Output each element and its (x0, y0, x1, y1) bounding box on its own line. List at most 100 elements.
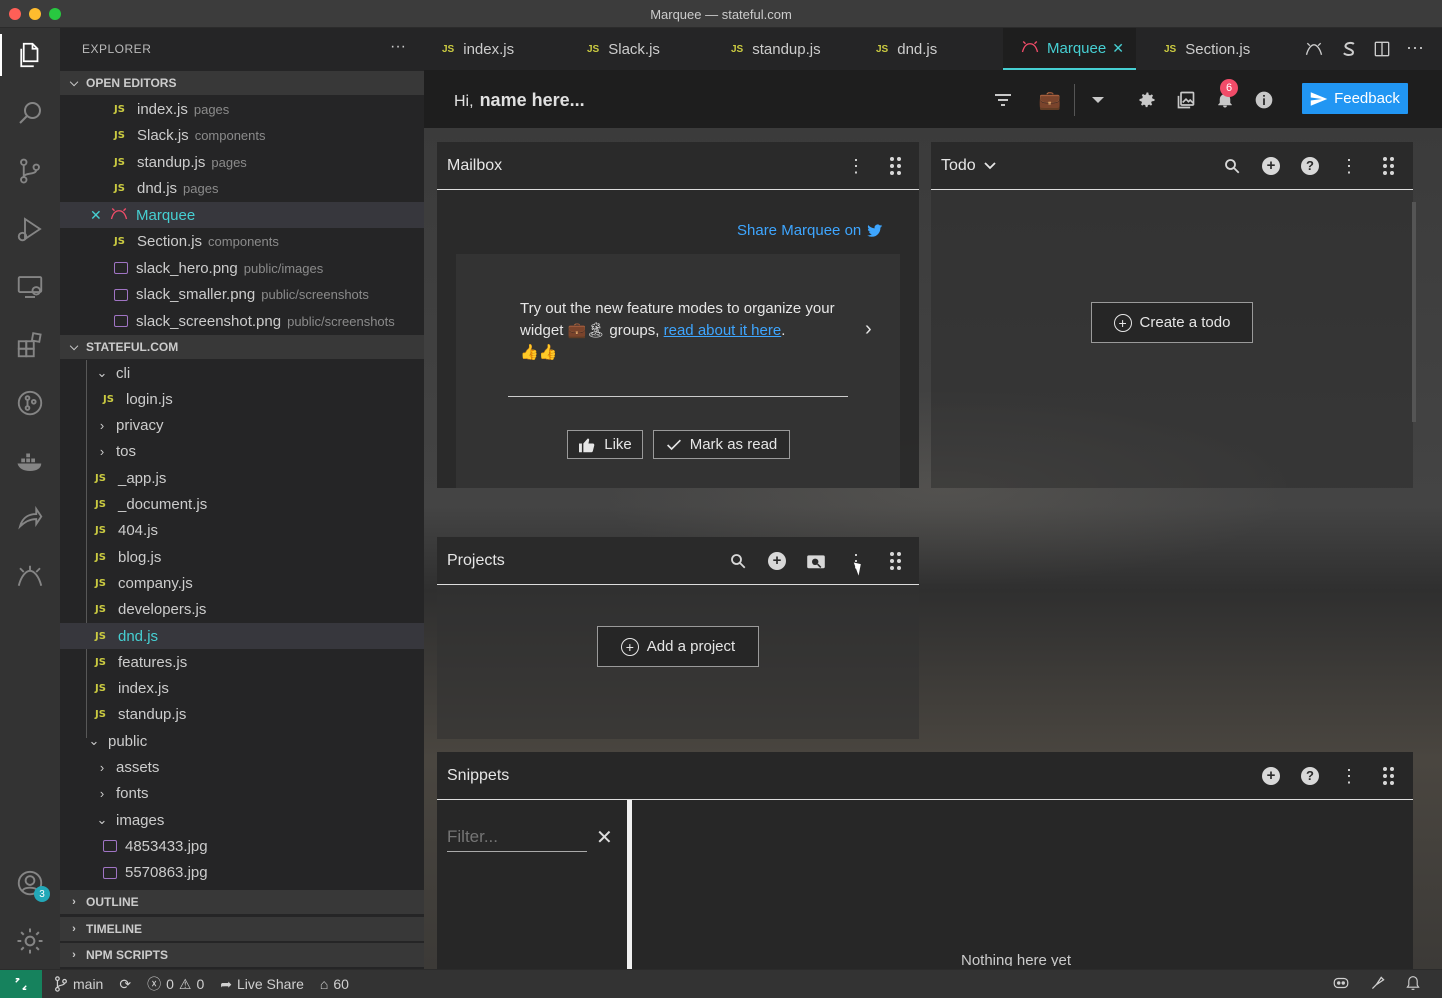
tree-file[interactable]: 4853433.jpg (60, 833, 424, 859)
extensions-icon[interactable] (0, 320, 60, 370)
settings-icon[interactable] (1137, 90, 1157, 110)
editor-tab[interactable]: JS index.js (424, 28, 569, 70)
copilot-icon[interactable] (1332, 975, 1350, 994)
open-editors-header[interactable]: ⌵ OPEN EDITORS (60, 71, 424, 95)
tree-file[interactable]: JS features.js (60, 649, 424, 675)
marquee-icon[interactable] (0, 552, 60, 602)
todo-dropdown-icon[interactable] (984, 161, 996, 170)
projects-add-icon[interactable]: + (767, 551, 787, 571)
close-editor-icon[interactable]: ✕ (90, 207, 104, 224)
tree-folder[interactable]: › privacy (60, 413, 424, 439)
open-editor-item[interactable]: JS Section.js components (60, 229, 424, 255)
clear-filter-icon[interactable]: ✕ (596, 825, 613, 850)
tree-file[interactable]: JS dnd.js (60, 623, 424, 649)
next-message-chevron-icon[interactable]: › (865, 318, 872, 341)
open-editor-item[interactable]: JS dnd.js pages (60, 176, 424, 202)
branch-indicator[interactable]: main (54, 976, 103, 992)
tree-folder[interactable]: ⌄ images (60, 807, 424, 833)
source-control-icon[interactable] (0, 146, 60, 196)
tree-file[interactable]: JS 404.js (60, 518, 424, 544)
snippets-drag-icon[interactable] (1378, 766, 1398, 786)
mode-dropdown-icon[interactable] (1088, 90, 1108, 110)
editor-tab[interactable]: JS Section.js (1146, 28, 1296, 70)
tree-folder[interactable]: › assets (60, 755, 424, 781)
open-editor-item[interactable]: slack_hero.png public/images (60, 255, 424, 281)
account-icon[interactable]: 3 (0, 858, 60, 908)
tree-file[interactable]: JS _app.js (60, 465, 424, 491)
tree-folder[interactable]: › fonts (60, 781, 424, 807)
timeline-header[interactable]: › TIMELINE (60, 917, 424, 941)
tree-file[interactable]: JS developers.js (60, 597, 424, 623)
count-indicator[interactable]: ⌂ 60 (320, 976, 349, 992)
tree-file[interactable]: JS login.js (60, 386, 424, 412)
like-button[interactable]: Like (567, 430, 643, 459)
bell-icon[interactable] (1406, 975, 1420, 994)
tree-folder[interactable]: › tos (60, 439, 424, 465)
sync-icon[interactable]: ⟳ (119, 976, 131, 993)
tree-file[interactable]: JS blog.js (60, 544, 424, 570)
more-actions-icon[interactable]: ··· (1406, 38, 1424, 64)
todo-scrollbar[interactable] (1412, 202, 1416, 422)
todo-drag-icon[interactable] (1378, 156, 1398, 176)
gallery-icon[interactable] (1176, 90, 1196, 110)
settings-gear-icon[interactable] (0, 916, 60, 966)
snippets-filter-input[interactable] (447, 822, 587, 852)
editor-tab[interactable]: JS dnd.js (858, 28, 1003, 70)
read-about-link[interactable]: read about it here (664, 322, 782, 339)
project-header[interactable]: ⌵ STATEFUL.COM (60, 335, 424, 359)
tree-file[interactable]: JS company.js (60, 570, 424, 596)
close-tab-icon[interactable]: ✕ (1112, 40, 1124, 57)
info-icon[interactable] (1254, 90, 1274, 110)
open-editor-item[interactable]: slack_screenshot.png public/screenshots (60, 308, 424, 334)
problems-indicator[interactable]: ⓧ 0 ⚠ 0 (147, 974, 204, 994)
open-editor-item[interactable]: ✕ Marquee (60, 202, 424, 228)
tree-file[interactable]: JS standup.js (60, 702, 424, 728)
snippets-add-icon[interactable]: + (1261, 766, 1281, 786)
open-editor-item[interactable]: JS index.js pages (60, 96, 424, 122)
remote-explorer-icon[interactable] (0, 262, 60, 312)
todo-search-icon[interactable] (1222, 156, 1242, 176)
outline-header[interactable]: › OUTLINE (60, 890, 424, 914)
npm-scripts-header[interactable]: › NPM SCRIPTS (60, 943, 424, 967)
briefcase-icon[interactable]: 💼 (1039, 90, 1061, 110)
tree-folder[interactable]: ⌄ cli (60, 360, 424, 386)
search-icon[interactable] (0, 88, 60, 138)
filter-icon[interactable] (993, 90, 1013, 110)
explorer-icon[interactable] (0, 30, 60, 80)
mailbox-drag-icon[interactable] (885, 156, 905, 176)
split-editor-icon[interactable] (1372, 39, 1392, 64)
stateful-icon[interactable] (1338, 39, 1358, 64)
add-project-button[interactable]: + Add a project (597, 626, 759, 667)
todo-add-icon[interactable]: + (1261, 156, 1281, 176)
snippets-help-icon[interactable]: ? (1300, 766, 1320, 786)
projects-search-icon[interactable] (728, 551, 748, 571)
live-share-icon[interactable] (0, 494, 60, 544)
projects-open-folder-icon[interactable] (806, 551, 826, 571)
live-share-button[interactable]: ➦ Live Share (220, 976, 304, 993)
feedback-tweet-icon[interactable] (1370, 975, 1386, 994)
explorer-more-actions-icon[interactable]: ··· (390, 38, 406, 56)
todo-help-icon[interactable]: ? (1300, 156, 1320, 176)
feedback-button[interactable]: Feedback (1302, 83, 1408, 114)
snippets-resize-handle[interactable] (627, 800, 632, 969)
editor-tab[interactable]: JS standup.js (713, 28, 858, 70)
editor-tab[interactable]: JS Slack.js (569, 28, 713, 70)
user-name[interactable]: name here... (480, 90, 585, 110)
git-graph-icon[interactable] (0, 378, 60, 428)
projects-drag-icon[interactable] (885, 551, 905, 571)
mark-as-read-button[interactable]: Mark as read (653, 430, 790, 459)
open-editor-item[interactable]: JS standup.js pages (60, 149, 424, 175)
open-editor-item[interactable]: JS Slack.js components (60, 123, 424, 149)
run-debug-icon[interactable] (0, 204, 60, 254)
tree-file[interactable]: JS _document.js (60, 492, 424, 518)
tree-file[interactable]: 5570863.jpg (60, 860, 424, 886)
remote-indicator-icon[interactable] (0, 969, 42, 998)
share-on-twitter-link[interactable]: Share Marquee on (737, 222, 883, 239)
editor-tab[interactable]: Marquee ✕ (1003, 28, 1136, 70)
todo-title[interactable]: Todo (941, 157, 976, 175)
open-editor-item[interactable]: slack_smaller.png public/screenshots (60, 282, 424, 308)
tree-file[interactable]: JS index.js (60, 676, 424, 702)
todo-menu-icon[interactable]: ⋮ (1339, 156, 1359, 176)
snippets-menu-icon[interactable]: ⋮ (1339, 766, 1359, 786)
create-todo-button[interactable]: + Create a todo (1091, 302, 1253, 343)
